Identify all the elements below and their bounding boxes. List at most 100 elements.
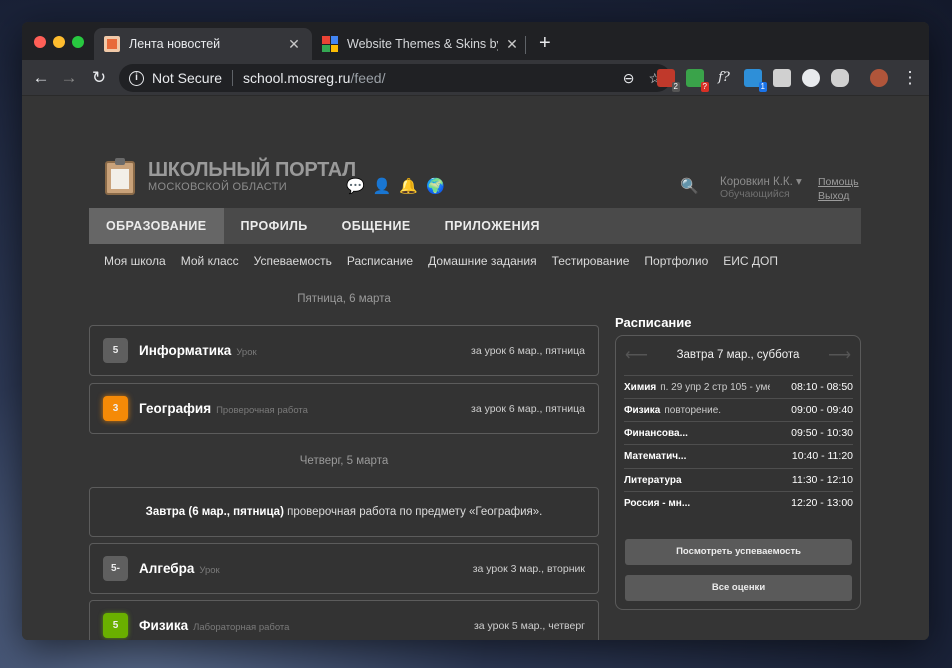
forward-arrow-icon[interactable]: → (57, 66, 81, 90)
url-domain: school.mosreg.ru (243, 70, 351, 86)
logo-subtitle[interactable]: МОСКОВСКОЙ ОБЛАСТИ (148, 181, 287, 193)
lesson-subject: Математич... (624, 450, 687, 462)
gauge-icon[interactable] (802, 69, 820, 87)
subnav-eis-dop[interactable]: ЕИС ДОП (723, 254, 778, 268)
grade-date: за урок 3 мар., вторник (472, 562, 585, 575)
close-tab-icon[interactable]: ✕ (504, 36, 520, 53)
tab-separator (525, 36, 526, 54)
back-arrow-icon[interactable]: ← (29, 66, 53, 90)
function-icon[interactable]: f? (715, 69, 733, 87)
close-tab-icon[interactable]: ✕ (286, 36, 302, 53)
abp-icon[interactable]: 2 (657, 69, 680, 92)
feed-date-heading: Пятница, 6 марта (297, 293, 391, 305)
schedule-header: ⟵ Завтра 7 мар., суббота ⟶ (616, 336, 860, 374)
work-type: Урок (199, 564, 220, 576)
zoom-icon[interactable]: ⊖ (623, 70, 635, 87)
address-bar[interactable]: i Not Secure school.mosreg.ru/feed/ ⊖ ☆ (119, 64, 671, 92)
avatar-icon[interactable] (870, 69, 888, 87)
lesson-time: 11:30 - 12:10 (791, 474, 853, 486)
lesson-row[interactable]: Математич... 10:40 - 11:20 (624, 444, 853, 467)
lesson-row[interactable]: Финансова... 09:50 - 10:30 (624, 421, 853, 444)
help-link[interactable]: Помощь (818, 176, 859, 188)
lesson-topic: повторение. (664, 404, 722, 416)
subnav-portfolio[interactable]: Портфолио (644, 254, 708, 268)
page-content: ШКОЛЬНЫЙ ПОРТАЛ МОСКОВСКОЙ ОБЛАСТИ 💬 👤 🔔… (22, 97, 929, 640)
subject-name[interactable]: Алгебра (139, 561, 194, 576)
subnav-progress[interactable]: Успеваемость (254, 254, 332, 268)
tab-title: Лента новостей (129, 37, 221, 51)
tab-feed[interactable]: Лента новостей ✕ (94, 28, 312, 60)
feed-date-heading: Четверг, 5 марта (299, 455, 389, 467)
subnav-my-class[interactable]: Мой класс (181, 254, 239, 268)
prev-day-arrow-icon[interactable]: ⟵ (625, 345, 648, 365)
reload-icon[interactable]: ↻ (87, 66, 111, 90)
lesson-subject: Россия - мн... (624, 497, 691, 509)
nav-apps[interactable]: ПРИЛОЖЕНИЯ (428, 208, 557, 244)
view-progress-button[interactable]: Посмотреть успеваемость (625, 539, 852, 565)
header-icons: 💬 👤 🔔 🌍 (346, 177, 445, 195)
lesson-row[interactable]: Россия - мн... 12:20 - 13:00 (624, 491, 853, 514)
next-day-arrow-icon[interactable]: ⟶ (828, 345, 851, 365)
feed-item[interactable]: 3 География Проверочная работа за урок 6… (89, 383, 599, 434)
all-grades-button[interactable]: Все оценки (625, 575, 852, 601)
printer-icon[interactable] (773, 69, 791, 87)
chat-icon[interactable]: 💬 (346, 177, 365, 195)
subnav-my-school[interactable]: Моя школа (104, 254, 166, 268)
tab-strip: Лента новостей ✕ Website Themes & Skins … (22, 22, 929, 60)
notice-body: проверочная работа по предмету «Географи… (283, 506, 543, 518)
subject-name[interactable]: География (139, 401, 211, 416)
grade-badge: 5- (103, 556, 128, 581)
lesson-subject: Химия (624, 381, 657, 393)
download-icon[interactable]: ? (686, 69, 709, 92)
work-type: Проверочная работа (216, 404, 308, 416)
user-role: Обучающийся (720, 188, 790, 200)
info-icon[interactable]: i (129, 70, 144, 86)
browser-window: Лента новостей ✕ Website Themes & Skins … (22, 22, 929, 640)
lesson-time: 09:00 - 09:40 (791, 404, 853, 416)
browser-toolbar: ← → ↻ i Not Secure school.mosreg.ru/feed… (22, 60, 929, 96)
grade-date: за урок 6 мар., пятница (471, 402, 585, 415)
portal-favicon-icon (104, 36, 120, 52)
feed-item[interactable]: 5 Физика Лабораторная работа за урок 5 м… (89, 600, 599, 640)
lesson-row[interactable]: Литература 11:30 - 12:10 (624, 468, 853, 491)
work-type: Урок (236, 346, 257, 358)
minimize-window-button[interactable] (53, 36, 65, 48)
database-icon[interactable] (831, 69, 849, 87)
feed-notice[interactable]: Завтра (6 мар., пятница) проверочная раб… (89, 487, 599, 537)
grade-badge: 5 (103, 338, 128, 363)
user-name[interactable]: Коровкин К.К. ▾ (720, 174, 802, 188)
clipboard-logo-icon[interactable] (105, 158, 135, 195)
grade-badge: 5 (103, 613, 128, 638)
feed-item[interactable]: 5 Информатика Урок за урок 6 мар., пятни… (89, 325, 599, 376)
subnav-testing[interactable]: Тестирование (552, 254, 630, 268)
nav-profile[interactable]: ПРОФИЛЬ (224, 208, 325, 244)
grade-date: за урок 5 мар., четверг (473, 619, 585, 632)
maximize-window-button[interactable] (72, 36, 84, 48)
bell-icon[interactable]: 🔔 (399, 177, 418, 195)
new-tab-button[interactable]: + (539, 32, 551, 55)
menu-kebab-icon[interactable]: ⋮ (898, 66, 922, 90)
schedule-panel: ⟵ Завтра 7 мар., суббота ⟶ Химия п. 29 у… (615, 335, 861, 610)
feed-item[interactable]: 5- Алгебра Урок за урок 3 мар., вторник (89, 543, 599, 594)
nav-communication[interactable]: ОБЩЕНИЕ (325, 208, 428, 244)
stylish-favicon-icon (322, 36, 338, 52)
subject-name[interactable]: Физика (139, 618, 188, 633)
s-icon[interactable]: 1 (744, 69, 767, 92)
globe-icon[interactable]: 🌍 (426, 177, 445, 195)
work-type: Лабораторная работа (193, 621, 290, 633)
lesson-row[interactable]: Химия п. 29 упр 2 стр 105 - умет... 08:1… (624, 375, 853, 398)
notice-text: Завтра (6 мар., пятница) проверочная раб… (146, 506, 543, 518)
subnav-homework[interactable]: Домашние задания (428, 254, 537, 268)
schedule-title: Расписание (615, 315, 692, 330)
person-icon[interactable]: 👤 (373, 177, 392, 195)
search-icon[interactable]: 🔍 (680, 177, 699, 195)
nav-education[interactable]: ОБРАЗОВАНИЕ (89, 208, 224, 244)
lesson-row[interactable]: Физика повторение. 09:00 - 09:40 (624, 398, 853, 421)
logout-link[interactable]: Выход (818, 190, 849, 202)
close-window-button[interactable] (34, 36, 46, 48)
subnav-schedule[interactable]: Расписание (347, 254, 413, 268)
notice-date: Завтра (6 мар., пятница) (145, 506, 284, 518)
logo-title[interactable]: ШКОЛЬНЫЙ ПОРТАЛ (148, 159, 356, 182)
subject-name[interactable]: Информатика (139, 343, 231, 358)
tab-website-themes[interactable]: Website Themes & Skins by St ✕ (312, 28, 530, 60)
